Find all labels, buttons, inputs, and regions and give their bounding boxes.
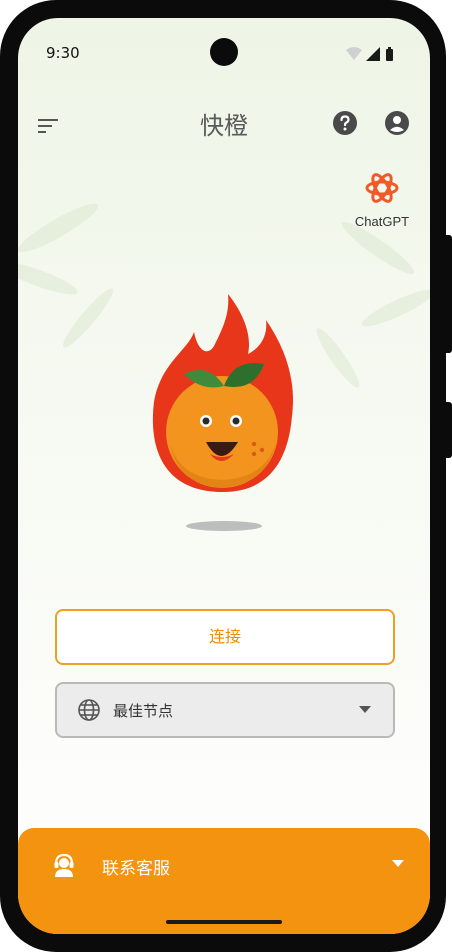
status-bar: 9:30	[18, 18, 430, 66]
home-indicator[interactable]	[166, 920, 282, 924]
chevron-down-icon[interactable]	[392, 860, 404, 868]
wifi-icon	[346, 47, 362, 60]
status-time: 9:30	[46, 44, 80, 62]
app-screen: 9:30 快橙 ChatGPT 连接 最佳节点 联系客服	[18, 18, 430, 934]
chatgpt-shortcut[interactable]: ChatGPT	[350, 168, 414, 234]
chatgpt-logo-icon	[365, 173, 399, 203]
node-selector-value: 最佳节点	[113, 702, 174, 720]
connect-button[interactable]: 连接	[55, 609, 395, 665]
chevron-down-icon	[359, 706, 371, 713]
contact-support-bar[interactable]: 联系客服	[18, 828, 430, 934]
orange-mascot-logo	[152, 294, 293, 531]
contact-support-label: 联系客服	[102, 859, 170, 879]
app-title: 快橙	[200, 112, 248, 140]
side-button-power	[446, 235, 452, 353]
side-button-volume	[446, 402, 452, 458]
headset-icon	[54, 853, 74, 877]
front-camera	[210, 38, 238, 66]
mascot-shadow	[186, 521, 262, 531]
status-icons	[346, 47, 393, 61]
node-selector[interactable]: 最佳节点	[55, 682, 395, 738]
chatgpt-label: ChatGPT	[354, 214, 410, 229]
app-bar: 快橙	[18, 96, 430, 152]
signal-icon	[366, 47, 380, 61]
account-icon[interactable]	[384, 110, 410, 136]
battery-icon	[386, 49, 393, 61]
globe-icon	[78, 699, 100, 721]
help-icon[interactable]	[332, 110, 358, 136]
